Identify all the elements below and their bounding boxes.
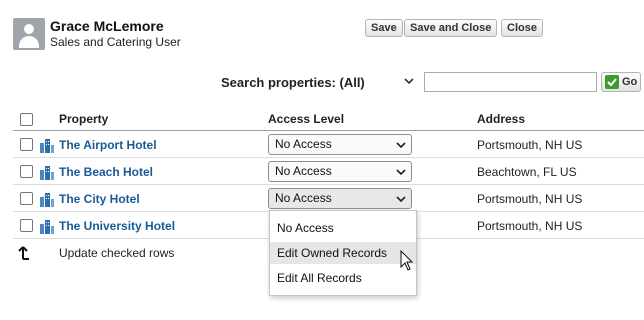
chevron-down-icon[interactable]: [402, 73, 416, 89]
go-button[interactable]: Go: [601, 72, 641, 92]
search-input[interactable]: [424, 72, 597, 92]
access-level-select[interactable]: No Access: [268, 161, 412, 182]
column-header-address: Address: [477, 112, 526, 126]
row-divider: [13, 184, 644, 185]
row-checkbox[interactable]: [20, 219, 33, 232]
update-checked-rows-label[interactable]: Update checked rows: [59, 246, 174, 260]
chevron-down-icon: [396, 169, 406, 176]
mouse-pointer-icon: [400, 250, 414, 271]
building-icon: [40, 139, 54, 153]
access-level-select[interactable]: No Access: [268, 188, 412, 209]
column-header-access-level: Access Level: [268, 112, 345, 126]
column-header-property: Property: [59, 112, 109, 126]
access-level-dropdown[interactable]: No Access Edit Owned Records Edit All Re…: [269, 210, 417, 296]
address-cell: Portsmouth, NH US: [477, 219, 583, 233]
building-icon: [40, 193, 54, 207]
address-cell: Beachtown, FL US: [477, 165, 577, 179]
property-link[interactable]: The Airport Hotel: [59, 138, 157, 152]
row-checkbox[interactable]: [20, 192, 33, 205]
building-icon: [40, 220, 54, 234]
save-button[interactable]: Save: [365, 19, 403, 37]
user-avatar-icon: [13, 18, 45, 50]
access-level-select[interactable]: No Access: [268, 134, 412, 155]
option-no-access[interactable]: No Access: [270, 217, 416, 239]
green-checkmark-icon: [605, 75, 619, 89]
select-all-checkbox[interactable]: [20, 113, 33, 126]
go-label: Go: [622, 76, 638, 88]
access-level-value: No Access: [275, 191, 332, 205]
property-link[interactable]: The City Hotel: [59, 192, 140, 206]
row-divider: [13, 157, 644, 158]
property-link[interactable]: The Beach Hotel: [59, 165, 153, 179]
up-arrow-icon[interactable]: [15, 245, 31, 261]
save-and-close-button[interactable]: Save and Close: [404, 19, 498, 37]
option-edit-all-records[interactable]: Edit All Records: [270, 267, 416, 289]
row-checkbox[interactable]: [20, 165, 33, 178]
access-level-value: No Access: [275, 164, 332, 178]
close-button[interactable]: Close: [501, 19, 543, 37]
building-icon: [40, 166, 54, 180]
row-checkbox[interactable]: [20, 138, 33, 151]
user-name: Grace McLemore: [50, 18, 164, 34]
user-role: Sales and Catering User: [50, 35, 181, 49]
address-cell: Portsmouth, NH US: [477, 138, 583, 152]
chevron-down-icon: [396, 142, 406, 149]
header-divider: [13, 130, 644, 131]
search-properties-label[interactable]: Search properties: (All): [221, 75, 365, 90]
option-edit-owned-records[interactable]: Edit Owned Records: [270, 242, 416, 264]
property-link[interactable]: The University Hotel: [59, 219, 175, 233]
access-level-value: No Access: [275, 137, 332, 151]
chevron-down-icon: [396, 196, 406, 203]
address-cell: Portsmouth, NH US: [477, 192, 583, 206]
